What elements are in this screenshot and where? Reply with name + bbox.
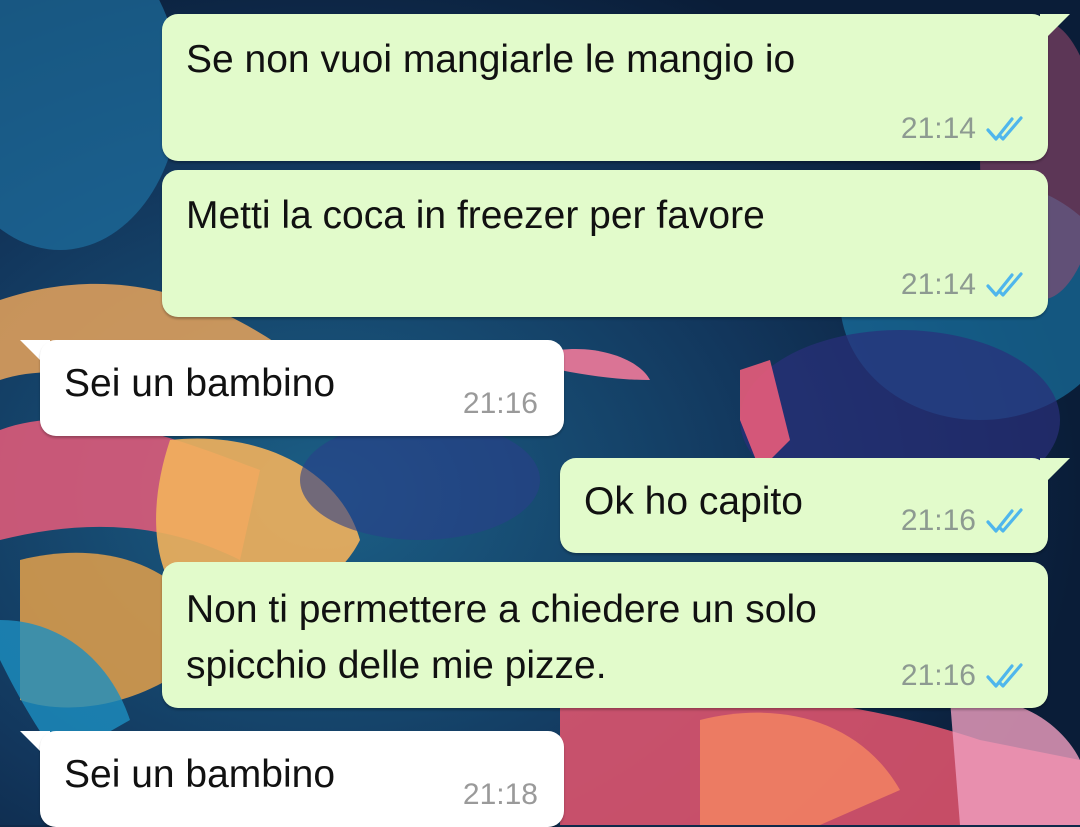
message-time: 21:16 xyxy=(900,504,976,537)
message-bubble-incoming[interactable]: Sei un bambino 21:18 xyxy=(40,731,564,827)
double-check-read-icon xyxy=(986,116,1023,141)
message-text: Metti la coca in freezer per favore xyxy=(186,194,765,237)
chat-message-list[interactable]: Se non vuoi mangiarle le mangio io 21:14… xyxy=(0,0,1080,827)
message-time: 21:16 xyxy=(462,387,538,420)
bubble-tail-outgoing xyxy=(1040,458,1070,488)
message-bubble-outgoing[interactable]: Metti la coca in freezer per favore 21:1… xyxy=(162,170,1048,317)
message-text: Ok ho capito xyxy=(584,480,803,523)
message-text: Sei un bambino xyxy=(64,362,336,405)
message-time: 21:14 xyxy=(900,268,976,301)
double-check-read-icon xyxy=(986,272,1023,297)
message-bubble-outgoing[interactable]: Se non vuoi mangiarle le mangio io 21:14 xyxy=(162,14,1048,161)
message-time: 21:18 xyxy=(462,778,538,811)
double-check-read-icon xyxy=(986,508,1023,533)
message-time: 21:16 xyxy=(900,659,976,692)
message-time: 21:14 xyxy=(900,112,976,145)
message-text: Se non vuoi mangiarle le mangio io xyxy=(186,38,796,81)
double-check-read-icon xyxy=(986,663,1023,688)
message-bubble-outgoing[interactable]: Ok ho capito 21:16 xyxy=(560,458,1048,553)
message-bubble-outgoing[interactable]: Non ti permettere a chiedere un solo spi… xyxy=(162,562,1048,708)
message-text-line: spicchio delle mie pizze. xyxy=(186,644,607,687)
message-text-line: Non ti permettere a chiedere un solo xyxy=(186,588,817,631)
message-text: Sei un bambino xyxy=(64,753,336,796)
message-bubble-incoming[interactable]: Sei un bambino 21:16 xyxy=(40,340,564,436)
bubble-tail-outgoing xyxy=(1040,14,1070,44)
